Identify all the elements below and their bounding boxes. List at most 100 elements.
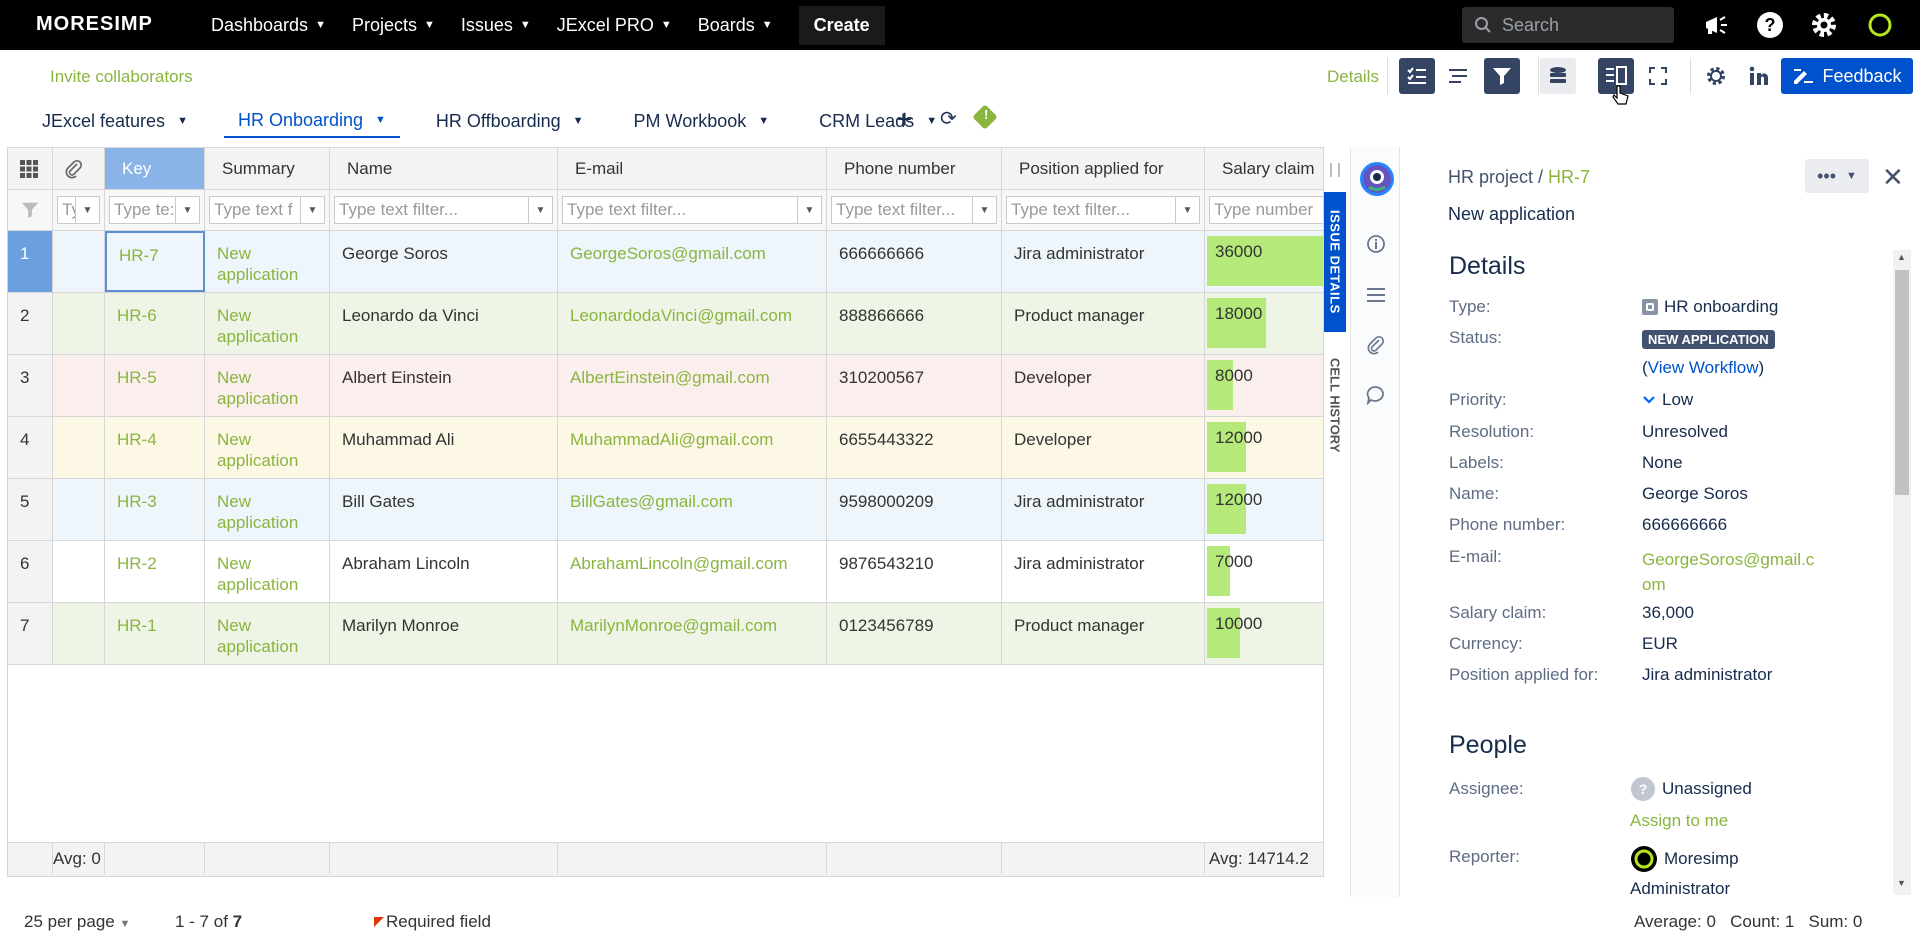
attachment-cell[interactable]	[53, 231, 105, 292]
attachment-cell[interactable]	[53, 479, 105, 540]
column-header-salary[interactable]: Salary claim	[1205, 148, 1323, 189]
column-header-position[interactable]: Position applied for	[1002, 148, 1205, 189]
tab-cell-history[interactable]: CELL HISTORY	[1324, 350, 1346, 460]
cell-summary[interactable]: New application	[205, 231, 330, 292]
attachment-cell[interactable]	[53, 293, 105, 354]
cell-position[interactable]: Product manager	[1002, 293, 1205, 354]
cell-summary[interactable]: New application	[205, 417, 330, 478]
chevron-down-icon[interactable]: ▼	[573, 115, 584, 127]
user-avatar-icon[interactable]	[1866, 11, 1894, 39]
filter-dropdown-icon[interactable]: ▼	[798, 196, 822, 224]
attachment-cell[interactable]	[53, 541, 105, 602]
cell-salary[interactable]: 36000	[1205, 231, 1323, 292]
cell-position[interactable]: Product manager	[1002, 603, 1205, 664]
cell-position[interactable]: Jira administrator	[1002, 541, 1205, 602]
description-icon[interactable]	[1365, 284, 1387, 306]
checklist-view-button[interactable]	[1399, 58, 1435, 94]
filter-input[interactable]: Type text filter...	[831, 196, 973, 224]
cell-summary[interactable]: New application	[205, 541, 330, 602]
cell-salary[interactable]: 12000	[1205, 479, 1323, 540]
logo[interactable]: MORESIMP	[36, 13, 153, 36]
cell-name[interactable]: Albert Einstein	[330, 355, 558, 416]
cell-name[interactable]: Muhammad Ali	[330, 417, 558, 478]
breadcrumb-issue-key[interactable]: HR-7	[1548, 167, 1590, 187]
row-number[interactable]: 6	[8, 541, 53, 602]
nav-jexcel-pro[interactable]: JExcel PRO ▼	[557, 15, 672, 36]
filter-input[interactable]: Type te:	[109, 196, 176, 224]
cell-position[interactable]: Jira administrator	[1002, 479, 1205, 540]
tab-issue-details[interactable]: ISSUE DETAILS	[1324, 192, 1346, 332]
tab-jexcel-features[interactable]: JExcel features ▼	[28, 104, 202, 138]
create-button[interactable]: Create	[798, 5, 885, 45]
table-row[interactable]: 1 HR-7 New application George Soros GeorgeSo…	[8, 231, 1323, 293]
column-header-summary[interactable]: Summary	[205, 148, 330, 189]
cell-email[interactable]: MarilynMonroe@gmail.com	[558, 603, 827, 664]
filter-input[interactable]: Type number	[1209, 196, 1323, 224]
field-value-phone[interactable]: 666666666	[1642, 515, 1727, 535]
attachment-cell[interactable]	[53, 603, 105, 664]
cell-email[interactable]: BillGates@gmail.com	[558, 479, 827, 540]
column-header-email[interactable]: E-mail	[558, 148, 827, 189]
field-value-labels[interactable]: None	[1642, 453, 1683, 473]
cell-key[interactable]: HR-4	[105, 417, 205, 478]
cell-key[interactable]: HR-7	[105, 231, 205, 292]
cell-phone[interactable]: 0123456789	[827, 603, 1002, 664]
cell-summary[interactable]: New application	[205, 603, 330, 664]
filter-input[interactable]: Type text f	[209, 196, 301, 224]
attachment-cell[interactable]	[53, 417, 105, 478]
cell-summary[interactable]: New application	[205, 355, 330, 416]
table-row[interactable]: 5 HR-3 New application Bill Gates BillGates@…	[8, 479, 1323, 541]
field-value-resolution[interactable]: Unresolved	[1642, 422, 1728, 442]
more-actions-button[interactable]: ••• ▼	[1805, 159, 1869, 193]
filter-input[interactable]: Typ	[57, 196, 76, 224]
field-value-assignee[interactable]: ? Unassigned	[1630, 776, 1752, 802]
attachment-column-icon[interactable]	[53, 148, 105, 189]
attachment-icon[interactable]	[1365, 334, 1387, 356]
cell-summary[interactable]: New application	[205, 293, 330, 354]
group-view-button[interactable]	[1441, 58, 1477, 94]
field-value-reporter[interactable]: Moresimp	[1630, 845, 1739, 873]
details-link[interactable]: Details	[1327, 67, 1379, 87]
cell-key[interactable]: HR-2	[105, 541, 205, 602]
cell-key[interactable]: HR-6	[105, 293, 205, 354]
chevron-down-icon[interactable]: ▼	[758, 115, 769, 127]
cell-salary[interactable]: 8000	[1205, 355, 1323, 416]
scroll-down-icon[interactable]: ▼	[1897, 878, 1906, 888]
tab-pm-workbook[interactable]: PM Workbook ▼	[620, 104, 784, 138]
filter-input[interactable]: Type text filter...	[1006, 196, 1176, 224]
nav-issues[interactable]: Issues ▼	[461, 15, 531, 36]
cell-email[interactable]: MuhammadAli@gmail.com	[558, 417, 827, 478]
settings-gear-icon[interactable]	[1810, 11, 1838, 39]
cell-phone[interactable]: 888866666	[827, 293, 1002, 354]
nav-projects[interactable]: Projects ▼	[352, 15, 435, 36]
table-row[interactable]: 4 HR-4 New application Muhammad Ali Muhammad…	[8, 417, 1323, 479]
filter-dropdown-icon[interactable]: ▼	[1176, 196, 1200, 224]
tab-crm-leads[interactable]: CRM Leads ▼	[805, 104, 951, 138]
row-number[interactable]: 2	[8, 293, 53, 354]
cell-position[interactable]: Developer	[1002, 355, 1205, 416]
table-row[interactable]: 7 HR-1 New application Marilyn Monroe Marily…	[8, 603, 1323, 665]
tab-hr-offboarding[interactable]: HR Offboarding ▼	[422, 104, 598, 138]
field-value-currency[interactable]: EUR	[1642, 634, 1678, 654]
field-value-email[interactable]: GeorgeSoros@gmail.c om	[1642, 547, 1814, 597]
row-number[interactable]: 4	[8, 417, 53, 478]
cell-position[interactable]: Jira administrator	[1002, 231, 1205, 292]
cell-position[interactable]: Developer	[1002, 417, 1205, 478]
table-row[interactable]: 3 HR-5 New application Albert Einstein Alber…	[8, 355, 1323, 417]
column-header-name[interactable]: Name	[330, 148, 558, 189]
view-workflow-link[interactable]: View Workflow	[1648, 358, 1759, 377]
help-icon[interactable]: ?	[1756, 11, 1784, 39]
filter-input[interactable]: Type text filter...	[562, 196, 798, 224]
tab-hr-onboarding[interactable]: HR Onboarding ▼	[223, 104, 400, 138]
cell-email[interactable]: LeonardodaVinci@gmail.com	[558, 293, 827, 354]
info-icon[interactable]	[1365, 233, 1387, 255]
filter-input[interactable]: Type text filter...	[334, 196, 529, 224]
chevron-down-icon[interactable]: ▼	[177, 115, 188, 127]
settings-button[interactable]	[1698, 58, 1734, 94]
cell-summary[interactable]: New application	[205, 479, 330, 540]
horizontal-scrollbar[interactable]: ◀ ▶	[8, 874, 1323, 876]
assign-to-me-link[interactable]: Assign to me	[1630, 811, 1728, 831]
status-badge[interactable]: NEW APPLICATION	[1642, 330, 1775, 349]
filter-button[interactable]	[1484, 58, 1520, 94]
filter-dropdown-icon[interactable]: ▼	[529, 196, 553, 224]
